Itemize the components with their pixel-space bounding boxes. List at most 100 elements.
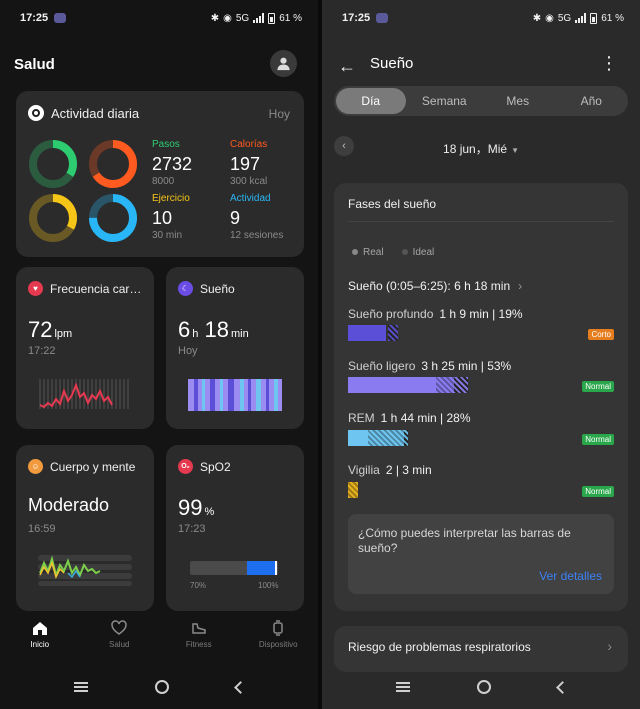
heart-icon: ♥ xyxy=(28,281,43,296)
ideal-range xyxy=(388,325,398,341)
metric-calories: Calorías 197 300 kcal xyxy=(230,139,267,187)
metric-goal: 300 kcal xyxy=(230,176,268,187)
interpretation-question: ¿Cómo puedes interpretar las barras de s… xyxy=(358,526,571,555)
notification-icon xyxy=(54,13,67,23)
home-button-icon[interactable] xyxy=(154,680,169,694)
sleep-minutes-unit: min xyxy=(230,328,249,340)
legend-ideal: Ideal xyxy=(402,247,435,258)
page-title: Salud xyxy=(14,56,55,73)
date-navigator: ‹ 18 jun，Mié ▼ xyxy=(322,134,640,160)
tab-label: Dispositivo xyxy=(258,640,298,649)
back-button-icon[interactable] xyxy=(555,680,569,694)
metric-goal: 12 sesiones xyxy=(230,230,284,241)
sleep-hours: 6 xyxy=(178,317,191,342)
metric-value: 10 xyxy=(152,208,173,228)
status-bar: 17:25 ✱ ◉ 5G 61 % xyxy=(322,0,640,36)
heart-title: Frecuencia car… xyxy=(50,281,142,296)
phase-light-label: Sueño ligero 3 h 25 min | 53% xyxy=(348,359,512,373)
page-title: Sueño xyxy=(370,55,414,72)
spo2-min-label: 70% xyxy=(190,581,207,590)
sleep-minutes: 18 xyxy=(204,317,229,342)
selected-date: 18 jun，Mié xyxy=(443,142,508,156)
date-picker[interactable]: 18 jun，Mié ▼ xyxy=(322,140,640,157)
sleep-card[interactable]: ☾ Sueño 6h 18 min Hoy xyxy=(166,267,304,429)
spo2-unit: % xyxy=(204,506,215,518)
metric-exercise: Ejercicio 10 30 min xyxy=(152,193,190,241)
status-badge: Normal xyxy=(582,381,614,392)
phase-awake-label: Vigilia 2 | 3 min xyxy=(348,463,432,477)
spo2-max-label: 100% xyxy=(258,581,279,590)
tab-inicio[interactable]: Inicio xyxy=(5,620,75,664)
home-icon xyxy=(32,622,47,635)
phase-deep-bar: Corto xyxy=(348,325,614,341)
back-arrow-icon[interactable]: ← xyxy=(338,56,356,77)
status-badge: Normal xyxy=(582,486,614,497)
system-nav-bar xyxy=(322,665,640,709)
spo2-time: 17:23 xyxy=(178,523,206,535)
heart-value: 72 xyxy=(28,317,53,342)
body-mind-card[interactable]: ☺ Cuerpo y mente Moderado 16:59 xyxy=(16,445,154,611)
recent-apps-icon[interactable] xyxy=(395,682,410,692)
status-bar: 17:25 ✱ ◉ 5G 61 % xyxy=(0,0,318,36)
stress-chart xyxy=(38,555,132,586)
sleep-hours-unit: h xyxy=(192,328,199,340)
battery-level: 61 % xyxy=(601,12,624,24)
network-type: 5G xyxy=(235,12,250,24)
system-nav-bar xyxy=(0,665,318,709)
spo2-marker xyxy=(275,561,277,575)
see-details-link[interactable]: Ver detalles xyxy=(539,569,602,583)
tab-dispositivo[interactable]: Dispositivo xyxy=(243,620,313,664)
daily-activity-card[interactable]: Actividad diaria Hoy Pasos 2732 8000 Cal… xyxy=(16,91,304,257)
signal-icon xyxy=(253,13,265,23)
mind-value: Moderado xyxy=(28,495,110,515)
phase-deep-label: Sueño profundo 1 h 9 min | 19% xyxy=(348,307,523,321)
tab-salud[interactable]: Salud xyxy=(84,620,154,664)
chevron-right-icon: › xyxy=(518,279,523,293)
activity-day: Hoy xyxy=(268,107,290,121)
segment-year[interactable]: Año xyxy=(557,88,627,114)
metric-value: 197 xyxy=(230,154,261,174)
recent-apps-icon[interactable] xyxy=(73,682,88,692)
user-icon xyxy=(277,57,290,71)
phases-legend: Real Ideal xyxy=(352,247,434,258)
shoe-icon xyxy=(192,623,206,634)
tab-label: Inicio xyxy=(30,640,50,649)
segment-month[interactable]: Mes xyxy=(483,88,553,114)
mind-title: Cuerpo y mente xyxy=(50,459,136,474)
back-button-icon[interactable] xyxy=(233,680,247,694)
sleep-stages-chart xyxy=(188,379,282,411)
heart-rate-card[interactable]: ♥ Frecuencia car… 72 lpm 17:22 xyxy=(16,267,154,429)
activity-rings xyxy=(29,140,137,242)
bottom-tab-bar: Inicio Salud Fitness Dispositivo xyxy=(0,620,318,664)
moon-icon: ☾ xyxy=(178,281,193,296)
status-time: 17:25 xyxy=(342,12,371,24)
tab-label: Fitness xyxy=(185,640,212,649)
phase-awake-bar: Normal xyxy=(348,482,614,498)
notification-icon xyxy=(376,13,389,23)
sleep-total[interactable]: Sueño (0:05–6:25): 6 h 18 min › xyxy=(348,279,522,293)
bluetooth-icon: ✱ xyxy=(532,12,542,24)
avatar[interactable] xyxy=(270,50,297,77)
sleep-title: Sueño xyxy=(200,281,235,296)
tab-label: Salud xyxy=(109,640,130,649)
respiratory-risk-title: Riesgo de problemas respiratorios xyxy=(348,640,531,654)
segment-week[interactable]: Semana xyxy=(410,88,480,114)
phases-title: Fases del sueño xyxy=(348,197,437,211)
mind-time: 16:59 xyxy=(28,523,56,535)
more-options-icon[interactable]: ⋮ xyxy=(600,54,618,72)
status-badge: Corto xyxy=(588,329,614,340)
ideal-range xyxy=(348,482,358,498)
period-selector: Día Semana Mes Año xyxy=(334,86,628,116)
spo2-card[interactable]: O₂ SpO2 99% 17:23 70% 100% xyxy=(166,445,304,611)
sleep-phases-card: Fases del sueño Real Ideal Sueño (0:05–6… xyxy=(334,183,628,611)
tab-fitness[interactable]: Fitness xyxy=(164,620,234,664)
phase-rem-bar: Normal xyxy=(348,430,614,446)
wifi-icon: ◉ xyxy=(545,12,554,24)
battery-icon xyxy=(590,12,598,24)
activity-title: Actividad diaria xyxy=(51,105,140,121)
segment-day[interactable]: Día xyxy=(336,88,406,114)
home-button-icon[interactable] xyxy=(476,680,491,694)
phase-light-bar: Normal xyxy=(348,377,614,393)
watch-icon xyxy=(273,620,283,636)
wifi-icon: ◉ xyxy=(223,12,232,24)
